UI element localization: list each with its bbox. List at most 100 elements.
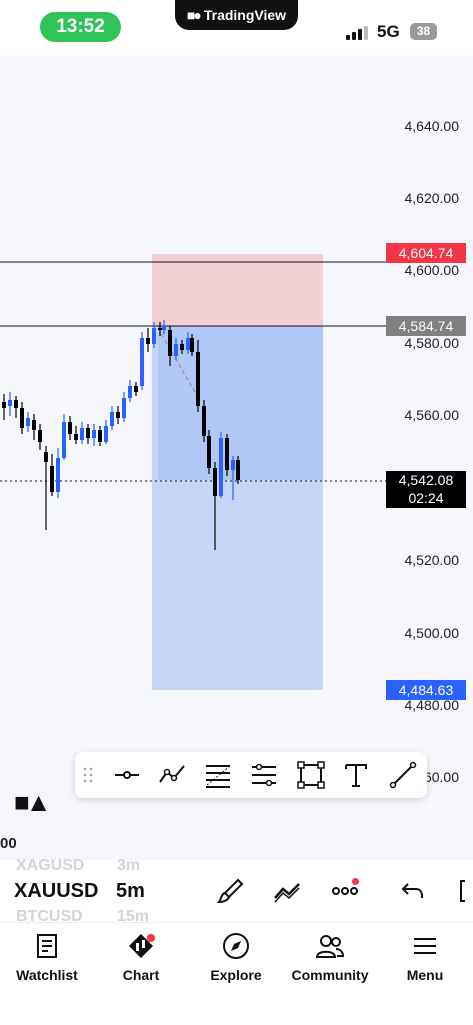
interval-selector[interactable]: 5m	[116, 880, 145, 903]
candle-body	[152, 328, 156, 344]
candle-body	[186, 338, 190, 350]
candle-body	[122, 398, 126, 418]
watchlist-icon	[37, 934, 57, 958]
price-axis-label: 4,520.00	[404, 552, 460, 568]
nav-menu[interactable]: Menu	[378, 931, 472, 983]
price-axis-label: 4,580.00	[404, 335, 460, 351]
candle-body	[8, 400, 12, 406]
horizontal-line-icon[interactable]	[112, 760, 142, 790]
candle-body	[86, 428, 90, 438]
stop-loss-tag[interactable]: 4,604.74	[386, 243, 466, 263]
status-time: 13:52	[40, 12, 121, 42]
status-bar: 13:52 ■● TradingView 5G 38	[0, 0, 473, 56]
chart-canvas[interactable]: 4,640.00 4,620.00 4,600.00 4,580.00 4,56…	[0, 56, 473, 860]
candle-body	[225, 438, 229, 470]
symbol-selector[interactable]: XAUUSD	[14, 880, 98, 903]
time-axis-label: 00	[0, 835, 17, 852]
candle-body	[231, 460, 235, 470]
candle-body	[207, 436, 211, 468]
nav-label: Community	[291, 967, 369, 983]
price-axis-label: 4,640.00	[404, 118, 460, 134]
entry-tag[interactable]: 4,584.74	[386, 316, 466, 336]
candle-body	[168, 330, 172, 356]
candle-body	[219, 438, 223, 496]
stop-loss-zone[interactable]	[152, 254, 323, 326]
candle-body	[158, 328, 162, 330]
price-axis-label: 4,600.00	[404, 262, 460, 278]
nav-label: Watchlist	[16, 967, 78, 983]
take-profit-tag[interactable]: 4,484.63	[386, 680, 466, 700]
community-icon	[315, 935, 345, 958]
candle-body	[196, 352, 200, 406]
candle-body	[140, 338, 144, 386]
brush-icon[interactable]	[216, 876, 246, 906]
interval-previous: 3m	[117, 857, 141, 874]
candle-body	[190, 338, 194, 352]
candle-body	[162, 326, 166, 330]
symbol-previous: XAGUSD	[16, 857, 85, 874]
candle-body	[26, 418, 30, 426]
text-icon[interactable]	[341, 760, 371, 790]
current-price-tag: 4,542.08 02:24	[386, 471, 466, 508]
candle-body	[32, 420, 36, 430]
compass-icon	[223, 933, 249, 959]
nav-explore[interactable]: Explore	[189, 931, 283, 983]
candle-body	[68, 422, 72, 434]
candle-body	[116, 412, 120, 418]
trend-path-icon[interactable]	[157, 760, 187, 790]
candle-body	[92, 430, 96, 438]
candle-body	[56, 458, 60, 492]
candle-body	[236, 460, 240, 480]
candle-body	[128, 386, 132, 398]
rectangle-icon[interactable]	[296, 760, 326, 790]
fullscreen-icon[interactable]	[455, 876, 473, 906]
nav-label: Explore	[210, 967, 262, 983]
candle-body	[202, 406, 206, 436]
price-axis-label: 4,560.00	[404, 407, 460, 423]
nav-chart[interactable]: Chart	[94, 931, 188, 983]
app-name: TradingView	[203, 7, 287, 23]
candle-body	[38, 430, 42, 442]
candle-body	[104, 426, 108, 442]
network-type: 5G	[377, 22, 400, 41]
candle-body	[146, 338, 150, 344]
price-axis-label: 4,620.00	[404, 190, 460, 206]
candle-body	[20, 408, 24, 428]
price-axis-label: 4,500.00	[404, 625, 460, 641]
bar-countdown: 02:24	[408, 490, 444, 506]
battery-icon: 38	[410, 23, 437, 40]
indicators-icon[interactable]	[272, 876, 302, 906]
nav-community[interactable]: Community	[283, 931, 377, 983]
candle-body	[74, 434, 78, 440]
candle-body	[14, 400, 18, 408]
menu-icon	[414, 938, 436, 954]
bottom-navigation: Watchlist Chart Explore Community Menu	[0, 922, 473, 1025]
chart-icon	[129, 934, 155, 958]
tradingview-logo-icon: ■●	[186, 7, 202, 23]
candle-body	[134, 386, 138, 392]
undo-icon[interactable]	[398, 876, 428, 906]
nav-label: Chart	[122, 967, 160, 983]
signal-icon	[346, 24, 372, 40]
candle-body	[50, 466, 54, 492]
symbol-toolbar: XAGUSD 3m XAUUSD 5m BTCUSD 15m	[0, 857, 473, 925]
pitchfork-icon[interactable]	[249, 760, 279, 790]
nav-watchlist[interactable]: Watchlist	[0, 931, 94, 983]
trendline-icon[interactable]	[388, 760, 418, 790]
candle-body	[174, 344, 178, 356]
price-chart[interactable]	[0, 56, 473, 860]
nav-label: Menu	[406, 967, 444, 983]
candle-body	[110, 412, 114, 426]
candle-body	[180, 344, 184, 350]
fib-retracement-icon[interactable]	[203, 760, 233, 790]
candle-body	[2, 402, 6, 408]
candle-body	[213, 468, 217, 496]
drawing-toolbar	[75, 752, 427, 798]
tradingview-watermark-icon: ■▲	[14, 787, 51, 817]
candle-body	[80, 428, 84, 440]
candle-body	[62, 422, 66, 458]
notification-dot	[352, 878, 359, 885]
current-price: 4,542.08	[398, 472, 454, 488]
candle-body	[98, 430, 102, 442]
drag-handle-icon[interactable]	[83, 766, 93, 784]
